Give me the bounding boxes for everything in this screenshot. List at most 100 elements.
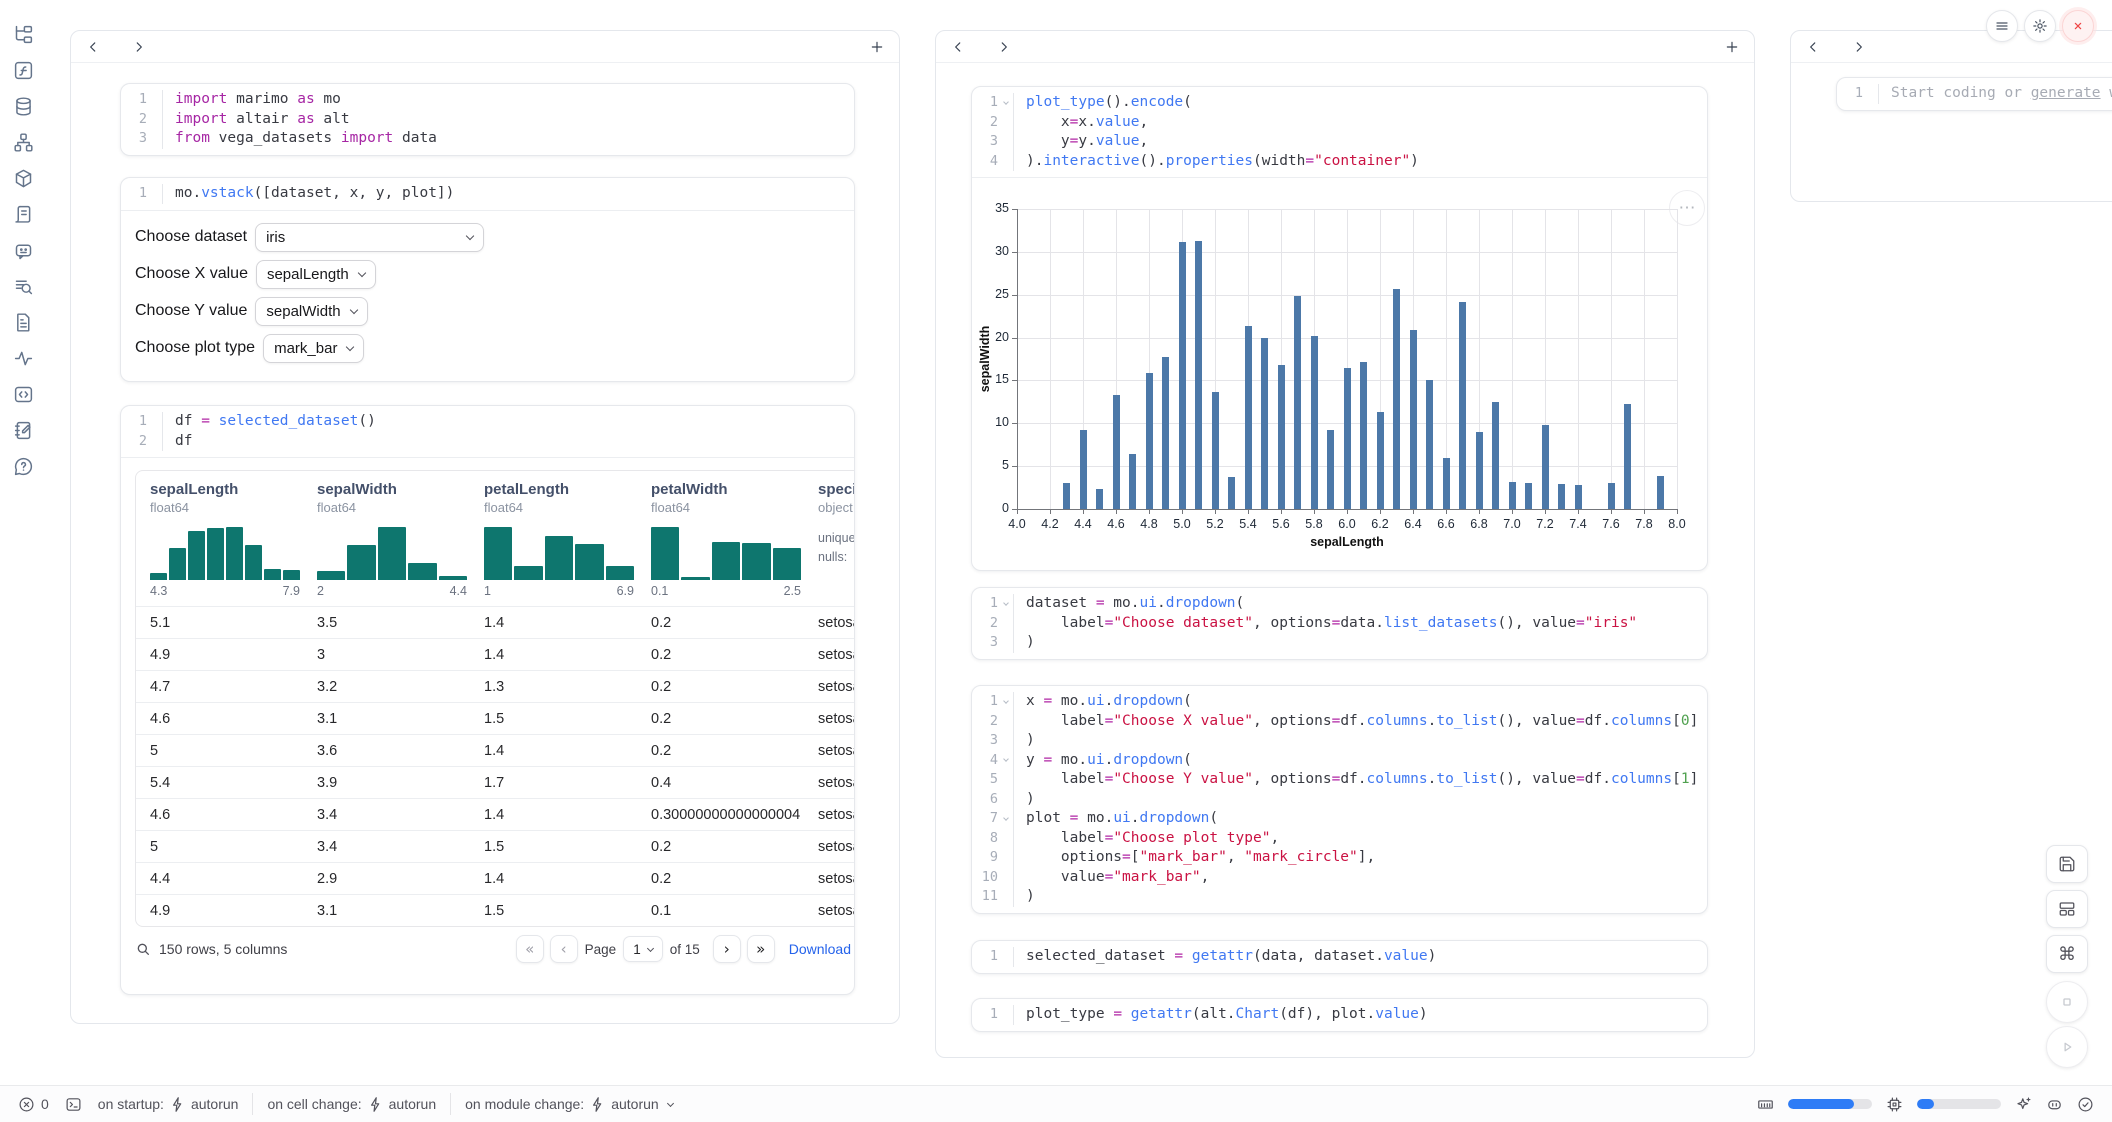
dropdown-select[interactable]: mark_bar [263, 334, 364, 363]
download-button[interactable]: Download [789, 941, 855, 957]
code-editor[interactable]: 1plot_type().encode(2 x=x.value,3 y=y.va… [972, 87, 1707, 177]
terminal-button[interactable] [65, 1096, 82, 1113]
code-line[interactable]: 2import altair as alt [121, 110, 854, 130]
page-select[interactable]: 1 [623, 936, 663, 962]
fold-gutter[interactable] [998, 594, 1013, 614]
code-line[interactable]: 3from vega_datasets import data [121, 129, 854, 149]
bar[interactable] [1179, 242, 1186, 509]
bar[interactable] [1146, 373, 1153, 509]
column-header[interactable]: petalWidthfloat640.12.5 [651, 481, 818, 598]
code-line[interactable]: 2df [121, 432, 854, 452]
code-line[interactable]: 1x = mo.ui.dropdown( [972, 692, 1707, 712]
bar[interactable] [1294, 296, 1301, 509]
empty-code-cell[interactable]: 1Start coding or generate with AI [1836, 77, 2112, 111]
table-row[interactable]: 4.93.11.50.1setosa [136, 894, 855, 926]
code-editor[interactable]: 1mo.vstack([dataset, x, y, plot]) [121, 178, 854, 210]
bar[interactable] [1459, 302, 1466, 509]
add-cell-icon[interactable] [867, 37, 887, 57]
code-line[interactable]: 1Start coding or generate with AI [1837, 84, 2112, 104]
logs-icon[interactable] [0, 196, 46, 232]
column-header[interactable]: petalLengthfloat6416.9 [484, 481, 651, 598]
table-row[interactable]: 5.13.51.40.2setosa [136, 606, 855, 638]
code-line[interactable]: 3 y=y.value, [972, 132, 1707, 152]
bar[interactable] [1542, 425, 1549, 509]
bar[interactable] [1492, 402, 1499, 509]
ai-assist-icon[interactable] [2015, 1096, 2032, 1113]
fold-gutter[interactable] [998, 692, 1013, 712]
next-page-button[interactable]: › [713, 935, 741, 963]
settings-button[interactable] [2024, 10, 2056, 42]
runtime-config-item[interactable]: on cell change:autorun [267, 1096, 436, 1113]
collapse-right-icon[interactable] [1849, 37, 1869, 57]
help-icon[interactable] [0, 448, 46, 484]
notebook-menu-button[interactable] [1986, 10, 2018, 42]
table-row[interactable]: 4.63.11.50.2setosa [136, 702, 855, 734]
documentation-icon[interactable] [0, 304, 46, 340]
bar[interactable] [1344, 368, 1351, 509]
snippets-icon[interactable] [0, 376, 46, 412]
code-line[interactable]: 1dataset = mo.ui.dropdown( [972, 594, 1707, 614]
bar[interactable] [1393, 289, 1400, 509]
code-line[interactable]: 6) [972, 790, 1707, 810]
bar[interactable] [1509, 482, 1516, 509]
bar[interactable] [1228, 477, 1235, 509]
code-line[interactable]: 11) [972, 887, 1707, 907]
tracing-icon[interactable] [0, 340, 46, 376]
bar[interactable] [1212, 392, 1219, 509]
bar[interactable] [1195, 241, 1202, 509]
code-editor[interactable]: 1plot_type = getattr(alt.Chart(df), plot… [972, 999, 1707, 1031]
table-row[interactable]: 53.41.50.2setosa [136, 830, 855, 862]
shutdown-button[interactable] [2062, 10, 2094, 42]
runtime-config-item[interactable]: on module change:autorun [465, 1096, 673, 1113]
code-line[interactable]: 8 label="Choose plot type", [972, 829, 1707, 849]
table-row[interactable]: 5.43.91.70.4setosa [136, 766, 855, 798]
add-cell-icon[interactable] [1722, 37, 1742, 57]
code-cell-xy-plot-dropdowns[interactable]: 1x = mo.ui.dropdown(2 label="Choose X va… [971, 685, 1708, 914]
code-cell-vstack[interactable]: 1mo.vstack([dataset, x, y, plot]) Choose… [120, 177, 855, 382]
bar[interactable] [1129, 454, 1136, 509]
bar[interactable] [1525, 483, 1532, 509]
bar[interactable] [1476, 432, 1483, 509]
code-editor[interactable]: 1import marimo as mo2import altair as al… [121, 84, 854, 155]
table-row[interactable]: 4.73.21.30.2setosa [136, 670, 855, 702]
code-line[interactable]: 4).interactive().properties(width="conta… [972, 152, 1707, 172]
dropdown-select[interactable]: sepalWidth [255, 297, 367, 326]
bar[interactable] [1261, 338, 1268, 509]
packages-icon[interactable] [0, 160, 46, 196]
code-cell-selected-dataset[interactable]: 1selected_dataset = getattr(data, datase… [971, 940, 1708, 974]
bar[interactable] [1096, 489, 1103, 509]
previous-page-button[interactable]: ‹ [550, 935, 578, 963]
dependency-graph-icon[interactable] [0, 124, 46, 160]
code-line[interactable]: 1selected_dataset = getattr(data, datase… [972, 947, 1707, 967]
code-editor[interactable]: 1dataset = mo.ui.dropdown(2 label="Choos… [972, 588, 1707, 659]
altair-bar-chart[interactable]: ⋯ 4.04.24.44.64.85.05.25.45.65.86.06.26.… [972, 178, 1707, 570]
connection-status-icon[interactable] [2077, 1096, 2094, 1113]
bar[interactable] [1311, 336, 1318, 509]
code-line[interactable]: 1import marimo as mo [121, 90, 854, 110]
code-line[interactable]: 5 label="Choose Y value", options=df.col… [972, 770, 1707, 790]
code-line[interactable]: 9 options=["mark_bar", "mark_circle"], [972, 848, 1707, 868]
bar[interactable] [1575, 485, 1582, 509]
code-line[interactable]: 3) [972, 633, 1707, 653]
table-row[interactable]: 4.42.91.40.2setosa [136, 862, 855, 894]
data-sources-icon[interactable] [0, 88, 46, 124]
bar[interactable] [1360, 362, 1367, 509]
search-icon[interactable] [135, 941, 151, 957]
bar[interactable] [1113, 395, 1120, 509]
collapse-left-icon[interactable] [1803, 37, 1823, 57]
code-line[interactable]: 1mo.vstack([dataset, x, y, plot]) [121, 184, 854, 204]
bar[interactable] [1608, 483, 1615, 509]
code-cell-imports[interactable]: 1import marimo as mo2import altair as al… [120, 83, 855, 156]
column-header[interactable]: sepalLengthfloat644.37.9 [150, 481, 317, 598]
code-editor[interactable]: 1df = selected_dataset()2df [121, 406, 854, 457]
column-header[interactable]: speciesobjectunique:nulls: [818, 481, 855, 598]
outline-search-icon[interactable] [0, 268, 46, 304]
dropdown-select[interactable]: iris [255, 223, 484, 252]
bar[interactable] [1410, 330, 1417, 509]
errors-indicator[interactable]: 0 [18, 1096, 49, 1113]
code-line[interactable]: 2 label="Choose dataset", options=data.l… [972, 614, 1707, 634]
first-page-button[interactable]: « [516, 935, 544, 963]
bar[interactable] [1245, 326, 1252, 509]
bar[interactable] [1278, 365, 1285, 509]
runtime-config-item[interactable]: on startup:autorun [98, 1096, 239, 1113]
